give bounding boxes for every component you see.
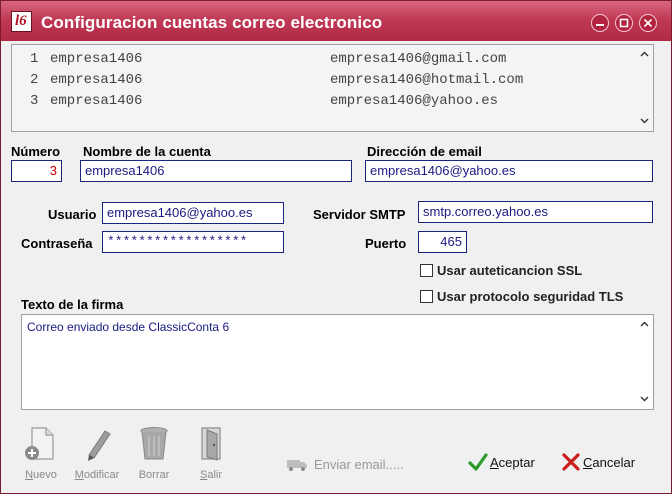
list-item[interactable]: 3 empresa1406 empresa1406@yahoo.es [12, 93, 632, 113]
account-email: empresa1406@gmail.com [330, 51, 507, 67]
account-name: empresa1406 [50, 51, 143, 67]
ssl-label: Usar auteticancion SSL [437, 263, 583, 278]
scroll-up-icon[interactable] [640, 321, 649, 327]
servidor-label: Servidor SMTP [313, 207, 406, 222]
checkbox-icon[interactable] [420, 264, 433, 277]
list-item[interactable]: 1 empresa1406 empresa1406@gmail.com [12, 51, 632, 71]
direccion-field[interactable]: empresa1406@yahoo.es [365, 160, 653, 182]
contrasena-field[interactable]: ****************** [102, 231, 284, 253]
trash-icon [140, 427, 168, 460]
accounts-list[interactable]: 1 empresa1406 empresa1406@gmail.com 2 em… [11, 44, 654, 132]
numero-field[interactable]: 3 [11, 160, 62, 182]
window-title: Configuracion cuentas correo electronico [41, 13, 383, 32]
account-email: empresa1406@hotmail.com [330, 72, 524, 88]
cancelar-mnemonic: C [583, 455, 593, 470]
enviar-email-button[interactable]: Enviar email..... [286, 457, 404, 472]
cancelar-label: ancelar [592, 455, 636, 470]
close-icon [643, 18, 653, 28]
cancelar-button[interactable]: Cancelar [561, 453, 635, 471]
contrasena-label: Contraseña [21, 236, 93, 251]
close-button[interactable] [639, 14, 657, 32]
scroll-down-icon[interactable] [640, 118, 649, 124]
pencil-icon [88, 430, 111, 461]
salir-label: alir [207, 469, 222, 481]
list-item[interactable]: 2 empresa1406 empresa1406@hotmail.com [12, 72, 632, 92]
email-config-window: l6 Configuracion cuentas correo electron… [0, 0, 672, 494]
maximize-button[interactable] [615, 14, 633, 32]
tls-label: Usar protocolo seguridad TLS [437, 289, 624, 304]
maximize-icon [619, 18, 629, 28]
modificar-mnemonic: M [74, 469, 84, 481]
numero-label: Número [11, 144, 61, 159]
nuevo-mnemonic: N [25, 469, 34, 481]
minimize-icon [596, 24, 604, 26]
salir-button[interactable]: Salir [186, 425, 236, 481]
x-icon [562, 453, 580, 471]
firma-label: Texto de la firma [21, 297, 124, 312]
nombre-label: Nombre de la cuenta [83, 144, 211, 159]
modificar-label: odificar [83, 469, 120, 481]
account-number: 1 [30, 51, 39, 67]
minimize-button[interactable] [591, 14, 609, 32]
borrar-label: Borrar [138, 469, 170, 481]
aceptar-label: ceptar [498, 455, 535, 470]
account-name: empresa1406 [50, 93, 143, 109]
direccion-label: Dirección de email [367, 144, 482, 159]
nombre-field[interactable]: empresa1406 [80, 160, 352, 182]
puerto-field[interactable]: 465 [418, 231, 467, 253]
account-number: 2 [30, 72, 39, 88]
firma-text: Correo enviado desde ClassicConta 6 [27, 320, 230, 334]
modificar-button[interactable]: Modificar [72, 425, 122, 481]
account-name: empresa1406 [50, 72, 143, 88]
enviar-label: Enviar email..... [314, 457, 404, 472]
checkbox-icon[interactable] [420, 290, 433, 303]
nuevo-label: uevo [33, 469, 57, 481]
firma-scrollbar[interactable] [636, 315, 653, 409]
account-email: empresa1406@yahoo.es [330, 93, 499, 109]
puerto-label: Puerto [365, 236, 407, 251]
aceptar-mnemonic: A [490, 455, 499, 470]
ledger-icon: l6 [11, 11, 32, 32]
mail-truck-icon [287, 460, 307, 471]
checkmark-icon [468, 453, 488, 471]
tls-checkbox[interactable]: Usar protocolo seguridad TLS [420, 289, 623, 304]
list-scrollbar[interactable] [636, 45, 653, 131]
scroll-up-icon[interactable] [640, 51, 649, 57]
usuario-label: Usuario [48, 207, 97, 222]
new-document-icon [25, 427, 54, 460]
firma-textarea[interactable]: Correo enviado desde ClassicConta 6 [21, 314, 654, 410]
ssl-checkbox[interactable]: Usar auteticancion SSL [420, 263, 582, 278]
usuario-field[interactable]: empresa1406@yahoo.es [102, 202, 284, 224]
account-number: 3 [30, 93, 39, 109]
aceptar-button[interactable]: Aceptar [468, 453, 535, 471]
exit-door-icon [201, 427, 221, 461]
scroll-down-icon[interactable] [640, 396, 649, 402]
servidor-field[interactable]: smtp.correo.yahoo.es [418, 201, 653, 223]
title-bar[interactable]: l6 Configuracion cuentas correo electron… [1, 1, 671, 41]
nuevo-button[interactable]: Nuevo [16, 425, 66, 481]
borrar-button[interactable]: Borrar [129, 425, 179, 481]
